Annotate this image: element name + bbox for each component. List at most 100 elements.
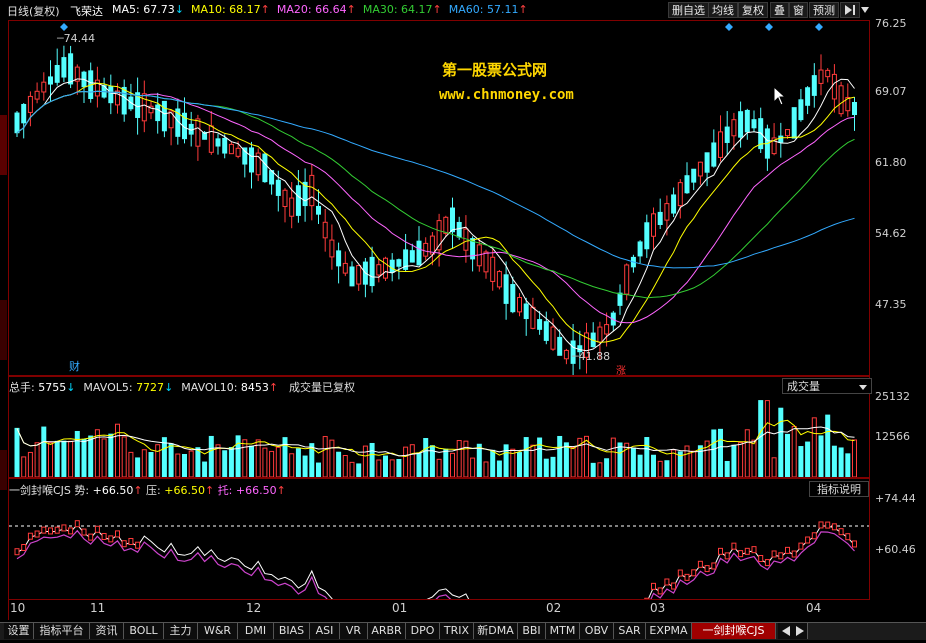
tab-item-1[interactable]: 指标平台	[34, 623, 90, 639]
volume-bar	[543, 458, 549, 477]
volume-bar	[336, 451, 342, 477]
tab-arbr[interactable]: ARBR	[368, 623, 406, 639]
overlay-button[interactable]: 叠	[770, 2, 789, 18]
tab-item-2[interactable]: 资讯	[90, 623, 124, 639]
indicator-bar	[61, 524, 67, 532]
dropdown-arrow-icon[interactable]	[860, 2, 872, 18]
volume-bar	[369, 442, 375, 477]
candle	[791, 107, 797, 139]
candle	[825, 68, 831, 83]
volume-axis: 25132 12566	[870, 376, 926, 478]
indicator-chart[interactable]	[9, 479, 869, 599]
candle	[637, 240, 643, 264]
signal-diamond-icon	[765, 23, 773, 31]
forecast-button[interactable]: 预测	[809, 2, 839, 18]
window-button[interactable]: 窗	[789, 2, 808, 18]
candle	[584, 322, 589, 374]
tab-dpo[interactable]: DPO	[406, 623, 440, 639]
tab-wr[interactable]: W&R	[198, 623, 238, 639]
volume-bar	[356, 463, 362, 477]
candle	[108, 74, 114, 115]
volume-bar	[68, 440, 74, 477]
period-label[interactable]: 日线(复权)	[7, 3, 60, 19]
candle	[409, 243, 415, 263]
volume-bar	[249, 445, 254, 477]
volume-bar	[697, 445, 703, 477]
candle	[831, 64, 837, 113]
candle	[342, 251, 348, 277]
tab-dma[interactable]: 新DMA	[474, 623, 518, 639]
chart-header: 日线(复权) 飞荣达 MA5: 67.73↓ MA10: 68.17↑ MA20: …	[0, 0, 926, 20]
ma20-line	[16, 90, 855, 324]
tab-bias[interactable]: BIAS	[274, 623, 310, 639]
volume-bar	[302, 455, 308, 477]
volume-bar	[597, 462, 603, 477]
volume-bar	[798, 446, 804, 477]
indicator-bar	[664, 578, 670, 586]
indicator-bar	[41, 526, 47, 534]
tab-asi[interactable]: ASI	[310, 623, 340, 639]
volume-bar	[148, 452, 154, 477]
volume-bar	[731, 444, 737, 477]
candle	[483, 249, 489, 279]
volume-bar	[416, 452, 422, 477]
tab-expma[interactable]: EXPMA	[646, 623, 692, 639]
month-label: 11	[90, 601, 106, 615]
indicator-bar	[21, 543, 27, 551]
indicator-bar	[121, 540, 127, 548]
volume-tick: 25132	[875, 390, 910, 403]
tab-item-0[interactable]: 设置	[4, 623, 34, 639]
tab-obv[interactable]: OBV	[580, 623, 614, 639]
volume-bar	[121, 436, 127, 477]
candle	[798, 88, 804, 122]
candlestick-chart[interactable]	[9, 21, 869, 375]
price-tick: 61.80	[875, 156, 907, 169]
volume-bar	[818, 435, 824, 477]
volume-bar	[483, 461, 489, 477]
finance-marker[interactable]: 财	[69, 358, 80, 374]
tab-mtm[interactable]: MTM	[546, 623, 580, 639]
tab-cjs[interactable]: 一剑封喉CJS	[692, 623, 776, 639]
candle	[684, 162, 690, 194]
volume-chart[interactable]	[9, 377, 869, 477]
candle	[691, 168, 697, 191]
trend-line	[16, 523, 855, 599]
tab-sar[interactable]: SAR	[614, 623, 646, 639]
indicator-bar	[671, 582, 677, 590]
mouse-cursor-icon	[773, 86, 787, 106]
ma10-line	[16, 82, 855, 343]
restore-rights-button[interactable]: 复权	[738, 2, 768, 18]
tab-bbi[interactable]: BBI	[518, 623, 546, 639]
tab-dmi[interactable]: DMI	[238, 623, 274, 639]
ma-button[interactable]: 均线	[708, 2, 738, 18]
candle	[101, 77, 107, 99]
tab-trix[interactable]: TRIX	[440, 623, 474, 639]
volume-bar	[771, 457, 777, 477]
watermark-url: www.chnmoney.com	[439, 87, 574, 103]
side-tab[interactable]	[0, 115, 7, 175]
tab-item-4[interactable]: 主力	[164, 623, 198, 639]
indicator-bar	[845, 533, 851, 541]
play-icon[interactable]	[840, 2, 860, 18]
volume-bar	[21, 456, 27, 477]
volume-bar	[557, 435, 563, 477]
tab-boll[interactable]: BOLL	[124, 623, 164, 639]
candle	[14, 110, 20, 138]
indicator-bar	[34, 530, 40, 538]
side-tab[interactable]	[0, 300, 7, 360]
tab-vr[interactable]: VR	[340, 623, 368, 639]
indicator-bar	[691, 569, 697, 577]
remove-watchlist-button[interactable]: 删自选	[668, 2, 709, 18]
indicator-bar	[724, 552, 730, 560]
candle	[228, 141, 234, 155]
tab-scroll-icon[interactable]	[778, 623, 808, 639]
indicator-bar	[135, 541, 141, 549]
candle	[369, 246, 375, 293]
side-tab[interactable]	[0, 450, 7, 490]
candle	[590, 322, 596, 348]
volume-bar	[738, 442, 744, 477]
volume-bar	[443, 448, 449, 477]
volume-bar	[718, 428, 723, 477]
volume-bar	[604, 458, 610, 477]
indicator-bar	[805, 536, 811, 544]
